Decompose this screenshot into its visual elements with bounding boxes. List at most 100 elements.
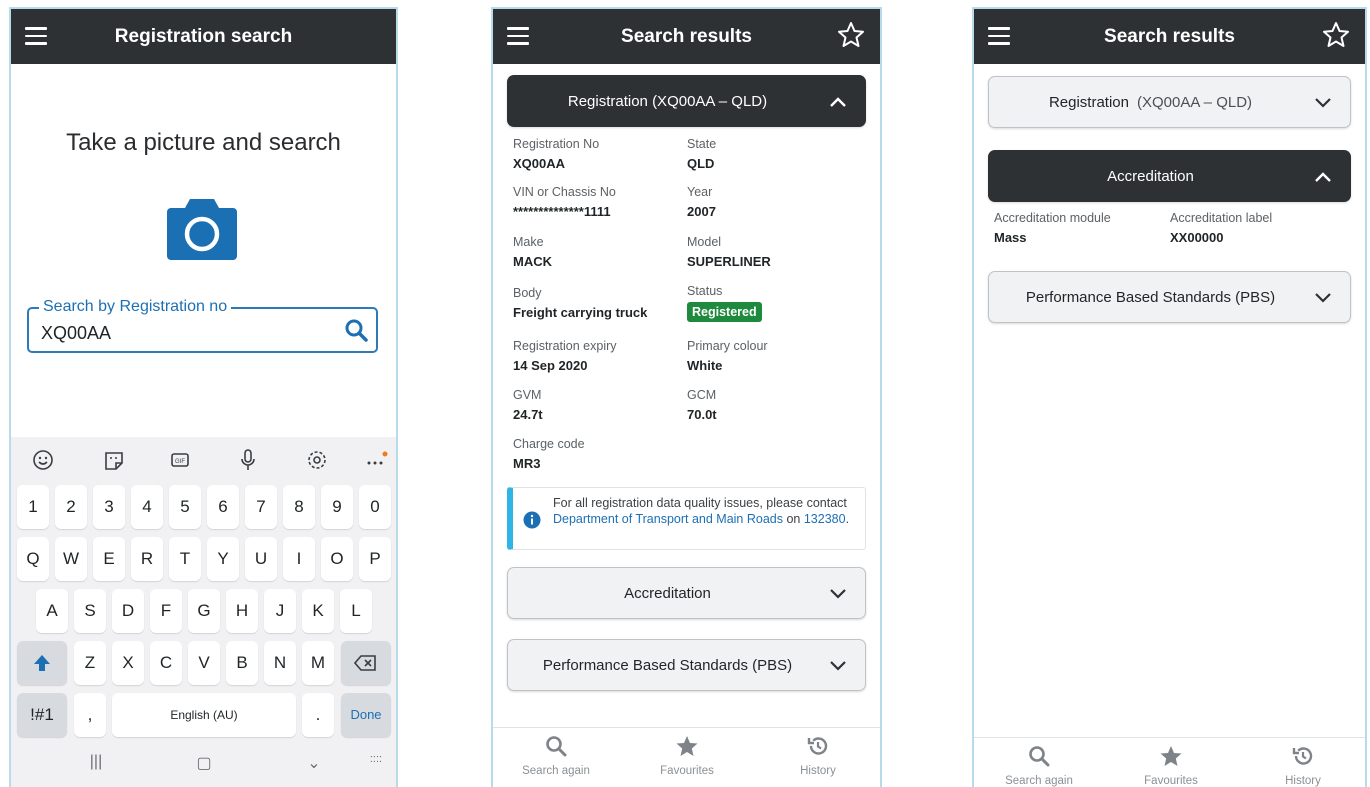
menu-icon[interactable] <box>507 27 529 45</box>
accreditation-accordion-header[interactable]: Accreditation <box>507 567 866 619</box>
accreditation-label-field: Accreditation label XX00000 <box>1170 211 1272 245</box>
registration-accordion-header[interactable]: Registration (XQ00AA – QLD) <box>507 75 866 127</box>
field-label: State <box>687 137 717 151</box>
key[interactable]: 9 <box>321 485 353 529</box>
pbs-accordion-header[interactable]: Performance Based Standards (PBS) <box>507 639 866 691</box>
field-label: GCM <box>687 388 717 402</box>
recent-apps-icon[interactable]: ||| <box>81 753 111 775</box>
key[interactable]: 4 <box>131 485 163 529</box>
emoji-icon[interactable] <box>30 447 56 473</box>
field-label: Registration No <box>513 137 600 151</box>
done-key[interactable]: Done <box>341 693 391 737</box>
chevron-up-icon <box>1315 172 1331 182</box>
period-key[interactable]: . <box>302 693 334 737</box>
menu-icon[interactable] <box>988 27 1010 45</box>
key[interactable]: U <box>245 537 277 581</box>
field-value: XQ00AA <box>513 156 566 171</box>
accreditation-accordion-label: Accreditation <box>624 584 711 602</box>
home-icon[interactable]: ▢ <box>189 753 219 775</box>
space-key[interactable]: English (AU) <box>112 693 296 737</box>
search-input[interactable]: XQ00AA <box>41 323 111 344</box>
registration-search-field[interactable]: Search by Registration no XQ00AA <box>27 298 378 353</box>
key[interactable]: K <box>302 589 334 633</box>
key[interactable]: R <box>131 537 163 581</box>
key[interactable]: 5 <box>169 485 201 529</box>
field-value: White <box>687 358 723 373</box>
key[interactable]: L <box>340 589 372 633</box>
backspace-key[interactable] <box>341 641 391 685</box>
key[interactable]: O <box>321 537 353 581</box>
key[interactable]: 1 <box>17 485 49 529</box>
accreditation-accordion-header[interactable]: Accreditation <box>988 150 1351 202</box>
key[interactable]: 8 <box>283 485 315 529</box>
nav-favourites[interactable]: Favourites <box>642 734 732 777</box>
more-options-icon[interactable] <box>363 447 389 473</box>
search-icon[interactable] <box>344 318 368 342</box>
key[interactable]: I <box>283 537 315 581</box>
key[interactable]: 6 <box>207 485 239 529</box>
field-label: Accreditation label <box>1170 211 1273 225</box>
key[interactable]: C <box>150 641 182 685</box>
sticker-icon[interactable] <box>101 447 127 473</box>
menu-icon[interactable] <box>25 27 47 45</box>
key[interactable]: T <box>169 537 201 581</box>
search-results-accreditation-screen: Search results Registration (XQ00AA – QL… <box>972 7 1367 787</box>
key[interactable]: B <box>226 641 258 685</box>
history-icon <box>807 737 828 755</box>
key[interactable]: 3 <box>93 485 125 529</box>
registration-accordion-header[interactable]: Registration (XQ00AA – QLD) <box>988 76 1351 128</box>
key[interactable]: J <box>264 589 296 633</box>
nav-history[interactable]: History <box>773 734 863 777</box>
nav-favourites[interactable]: Favourites <box>1126 744 1216 787</box>
nav-search-again[interactable]: Search again <box>994 744 1084 787</box>
favourite-star-icon[interactable] <box>836 20 866 50</box>
phone-link[interactable]: 132380 <box>804 512 846 526</box>
comma-key[interactable]: , <box>74 693 106 737</box>
bottom-navigation: Search again Favourites History <box>493 727 880 787</box>
key[interactable]: A <box>36 589 68 633</box>
key[interactable]: Q <box>17 537 49 581</box>
key[interactable]: M <box>302 641 334 685</box>
key[interactable]: N <box>264 641 296 685</box>
key[interactable]: 0 <box>359 485 391 529</box>
status-field: Status Registered <box>687 284 762 322</box>
key[interactable]: V <box>188 641 220 685</box>
key[interactable]: P <box>359 537 391 581</box>
shift-arrow-icon <box>34 655 50 671</box>
key[interactable]: Z <box>74 641 106 685</box>
key[interactable]: W <box>55 537 87 581</box>
key[interactable]: S <box>74 589 106 633</box>
key[interactable]: G <box>188 589 220 633</box>
accreditation-module-field: Accreditation module Mass <box>994 211 1111 245</box>
nav-history[interactable]: History <box>1258 744 1348 787</box>
back-chevron-icon[interactable]: ⌄ <box>299 753 329 775</box>
department-link[interactable]: Department of Transport and Main Roads <box>553 512 783 526</box>
notice-text-mid: on <box>782 512 804 526</box>
microphone-icon[interactable] <box>235 447 261 473</box>
key[interactable]: D <box>112 589 144 633</box>
star-icon <box>1160 746 1182 766</box>
keyboard-switch-icon[interactable]: :::: <box>361 753 391 775</box>
shift-key[interactable] <box>17 641 67 685</box>
favourite-star-icon[interactable] <box>1321 20 1351 50</box>
settings-gear-icon[interactable] <box>304 447 330 473</box>
gvm-field: GVM 24.7t <box>513 388 543 422</box>
history-icon <box>1292 747 1313 765</box>
symbols-key[interactable]: !#1 <box>17 693 67 737</box>
nav-label: Favourites <box>1144 775 1198 787</box>
key[interactable]: H <box>226 589 258 633</box>
key[interactable]: 7 <box>245 485 277 529</box>
field-value: **************1111 <box>513 204 611 219</box>
status-badge: Registered <box>687 302 762 322</box>
pbs-accordion-header[interactable]: Performance Based Standards (PBS) <box>988 271 1351 323</box>
nav-search-again[interactable]: Search again <box>511 734 601 777</box>
key[interactable]: E <box>93 537 125 581</box>
key[interactable]: 2 <box>55 485 87 529</box>
chevron-down-icon <box>1315 98 1331 108</box>
gif-icon[interactable]: GIF <box>167 447 193 473</box>
key[interactable]: X <box>112 641 144 685</box>
key[interactable]: Y <box>207 537 239 581</box>
key[interactable]: F <box>150 589 182 633</box>
field-value: 24.7t <box>513 407 543 422</box>
camera-button[interactable] <box>166 195 238 261</box>
